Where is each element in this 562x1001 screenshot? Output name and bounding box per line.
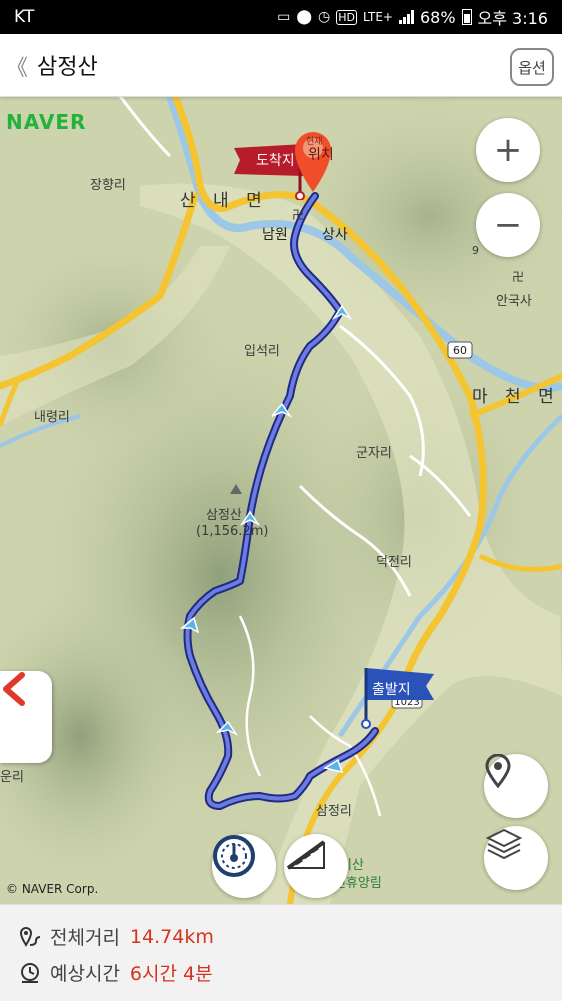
location-icon: ⬤ <box>296 9 312 25</box>
place-label: 운리 <box>0 770 24 785</box>
place-label: 남원 <box>262 227 288 243</box>
place-label: 내령리 <box>34 410 70 425</box>
place-label: 덕전리 <box>376 555 412 570</box>
gauge-icon <box>213 835 255 877</box>
app-header: 《 삼정산 옵션 <box>0 34 562 97</box>
battery-percent: 68% <box>419 7 456 27</box>
battery-icon <box>461 9 472 25</box>
side-panel-toggle[interactable] <box>0 671 52 763</box>
status-bar: KT ▭ ⬤ ◷ HD LTE+ 68% 오후 3:16 <box>0 0 562 34</box>
temple-icon: 卍 <box>512 270 524 284</box>
route-summary: 전체거리 14.74km 예상시간 6시간 4분 <box>0 904 562 1001</box>
place-label: 군자리 <box>356 446 392 461</box>
clock: 오후 3:16 <box>477 9 548 28</box>
departure-label: 출발지 <box>372 682 411 698</box>
signal-icon <box>398 10 414 24</box>
page-title: 삼정산 <box>37 55 98 80</box>
arrival-label: 도착지 <box>256 153 295 169</box>
naver-logo: NAVER <box>6 110 87 134</box>
slope-icon <box>286 840 326 870</box>
map-view[interactable]: 60 1023 卍 卍 NAVER 장향리 산 내 면 남원 상사 입석리 내령… <box>0 96 562 904</box>
place-label: 안국사 <box>496 294 532 309</box>
place-label: 장향리 <box>90 178 126 193</box>
clock-icon <box>21 962 39 983</box>
distance-value: 14.74km <box>129 925 214 948</box>
back-button[interactable]: 《 <box>6 50 28 82</box>
carrier-label: KT <box>14 7 35 27</box>
time-row: 예상시간 6시간 4분 <box>18 959 213 986</box>
place-label: 삼정리 <box>316 804 352 819</box>
time-label: 예상시간 <box>50 963 120 985</box>
place-label: 상사 <box>322 227 348 243</box>
road-60-label: 60 <box>453 344 467 357</box>
peak-elevation: (1,156.2m) <box>196 524 269 539</box>
hd-icon: HD <box>336 9 357 25</box>
zoom-in-button[interactable]: + <box>476 118 540 182</box>
peak-name: 삼정산 <box>206 508 242 523</box>
network-label: LTE+ <box>362 10 393 24</box>
speed-gauge-button[interactable] <box>212 834 276 898</box>
elevation-profile-button[interactable] <box>284 834 348 898</box>
layers-icon <box>485 828 523 860</box>
cast-icon: ▭ <box>277 9 291 25</box>
status-icons: ▭ ⬤ ◷ HD LTE+ 68% 오후 3:16 <box>277 0 548 34</box>
route-distance-icon <box>19 926 41 947</box>
temple-icon: 卍 <box>292 208 304 222</box>
road-label: 9 <box>472 244 479 257</box>
minus-icon: − <box>493 205 523 245</box>
distance-row: 전체거리 14.74km <box>18 923 214 950</box>
chevron-left-icon <box>3 672 25 706</box>
place-label: 마 천 면 <box>472 387 560 407</box>
zoom-out-button[interactable]: − <box>476 193 540 257</box>
distance-label: 전체거리 <box>50 927 120 949</box>
alarm-icon: ◷ <box>318 9 331 25</box>
map-layers-button[interactable] <box>484 826 548 890</box>
map-copyright: © NAVER Corp. <box>6 882 99 896</box>
my-location-button[interactable] <box>484 754 548 818</box>
place-label: 입석리 <box>244 344 280 359</box>
plus-icon: + <box>493 130 523 170</box>
current-location-label: 위치 <box>308 147 334 163</box>
options-button[interactable]: 옵션 <box>510 48 554 86</box>
time-value: 6시간 4분 <box>129 963 213 985</box>
location-pin-icon <box>485 754 511 788</box>
